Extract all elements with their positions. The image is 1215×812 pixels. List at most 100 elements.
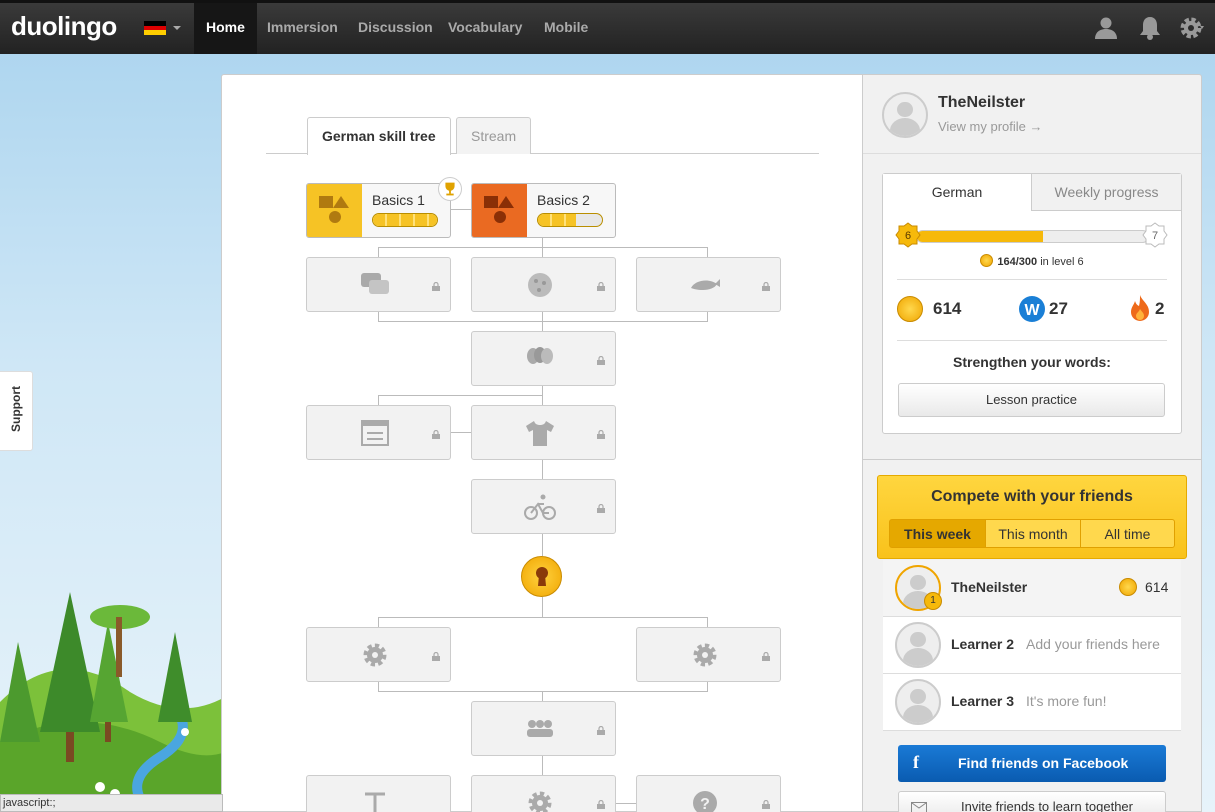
tab-german[interactable]: German (883, 174, 1032, 211)
username[interactable]: TheNeilster (938, 94, 1025, 112)
basics-1-shapes-icon (307, 184, 362, 237)
locked-skill[interactable] (471, 701, 616, 756)
tab-stream[interactable]: Stream (456, 117, 532, 154)
tree-connector (542, 691, 543, 701)
bell-icon[interactable] (1137, 15, 1163, 41)
gear-icon (693, 643, 717, 667)
skill-basics-1[interactable]: Basics 1 (306, 183, 451, 238)
sidebar: TheNeilster View my profile → German Wee… (862, 74, 1202, 812)
next-level: 7 (1152, 230, 1158, 242)
locked-skill[interactable] (471, 775, 616, 812)
find-friends-facebook-button[interactable]: f Find friends on Facebook (898, 745, 1166, 782)
invite-friends-button[interactable]: Invite friends to learn together (898, 791, 1166, 812)
avatar (895, 622, 941, 668)
german-flag-icon[interactable] (144, 21, 166, 35)
current-level-badge: 6 (895, 222, 921, 248)
keyhole-icon (536, 567, 548, 586)
skill-name: Basics 2 (537, 192, 590, 208)
lesson-practice-button[interactable]: Lesson practice (898, 383, 1165, 417)
nav-discussion[interactable]: Discussion (346, 3, 445, 54)
divider (897, 340, 1167, 341)
top-navigation-bar: duolingo Home Immersion Discussion Vocab… (0, 0, 1215, 54)
shirt-icon (526, 421, 554, 446)
tree-connector (707, 617, 708, 627)
nav-vocabulary[interactable]: Vocabulary (436, 3, 534, 54)
tree-connector (378, 247, 708, 248)
locked-skill[interactable] (306, 775, 451, 812)
tab-weekly-progress[interactable]: Weekly progress (1032, 174, 1181, 211)
lock-icon (597, 800, 605, 809)
leaderboard-score: 614 (1145, 579, 1169, 595)
tree-connector (378, 617, 379, 627)
nav-immersion[interactable]: Immersion (255, 3, 350, 54)
nav-home[interactable]: Home (194, 3, 257, 54)
leaderboard-row[interactable]: 1 TheNeilster 614 (883, 560, 1181, 617)
whale-icon (691, 279, 720, 290)
locked-skill[interactable] (306, 257, 451, 312)
facebook-button-label: Find friends on Facebook (958, 755, 1129, 771)
tree-connector (378, 681, 379, 691)
locked-skill[interactable] (471, 331, 616, 386)
avatar[interactable] (882, 92, 928, 138)
locked-skill[interactable] (636, 257, 781, 312)
flame-icon (1131, 295, 1149, 321)
landscape-illustration (0, 592, 225, 812)
divider (897, 279, 1167, 280)
tree-connector (542, 237, 543, 257)
lock-icon (432, 652, 440, 661)
leaderboard-message: Add your friends here (1026, 636, 1160, 652)
skill-tree-tabs: German skill tree Stream (266, 117, 819, 155)
next-level-badge: 7 (1142, 222, 1168, 248)
tree-connector (378, 311, 379, 321)
tree-connector (707, 247, 708, 257)
balloons-icon (527, 347, 553, 364)
divider (863, 153, 1201, 154)
chevron-down-icon[interactable] (173, 26, 181, 30)
basics-2-shapes-icon (472, 184, 527, 237)
tab-german-skill-tree[interactable]: German skill tree (307, 117, 451, 155)
view-profile-link[interactable]: View my profile → (938, 119, 1043, 134)
tab-all-time[interactable]: All time (1080, 519, 1175, 548)
support-tab[interactable]: Support (0, 371, 33, 451)
leaderboard-row[interactable]: Learner 2 Add your friends here (883, 617, 1181, 674)
locked-skill[interactable]: ? (636, 775, 781, 812)
tab-this-week[interactable]: This week (889, 519, 986, 548)
divider (863, 459, 1201, 460)
leaderboard-message: It's more fun! (1026, 693, 1107, 709)
support-label: Support (9, 386, 23, 432)
locked-skill[interactable] (471, 405, 616, 460)
tree-connector (450, 432, 471, 433)
nav-mobile[interactable]: Mobile (532, 3, 600, 54)
gear-icon[interactable] (1178, 15, 1206, 41)
lock-icon (597, 356, 605, 365)
gear-icon (363, 643, 387, 667)
locked-skill[interactable] (306, 405, 451, 460)
compete-panel: Compete with your friends This week This… (877, 475, 1187, 559)
svg-text:W: W (1024, 302, 1040, 319)
locked-skill[interactable] (471, 257, 616, 312)
skill-basics-2[interactable]: Basics 2 (471, 183, 616, 238)
people-icon (527, 720, 553, 737)
leaderboard-name: Learner 2 (951, 636, 1015, 652)
form-icon (361, 420, 389, 446)
locked-skill[interactable] (471, 479, 616, 534)
lock-icon (762, 282, 770, 291)
words-icon: W (1019, 296, 1045, 322)
checkpoint-keyhole[interactable] (521, 556, 562, 597)
leaderboard-row[interactable]: Learner 3 It's more fun! (883, 674, 1181, 731)
lingot-icon (897, 296, 923, 322)
user-icon[interactable] (1093, 15, 1119, 41)
locked-skill[interactable] (306, 627, 451, 682)
duolingo-logo[interactable]: duolingo (11, 11, 117, 42)
current-level: 6 (905, 230, 911, 242)
tree-connector (450, 209, 471, 210)
question-icon: ? (693, 791, 717, 812)
tree-connector (378, 395, 543, 396)
browser-status-bar: javascript:; (0, 794, 223, 812)
progress-card: German Weekly progress 6 7 164/300 in le… (882, 173, 1182, 434)
avatar (895, 679, 941, 725)
locked-skill[interactable] (636, 627, 781, 682)
tab-this-month[interactable]: This month (985, 519, 1081, 548)
level-progress-bar (916, 230, 1149, 243)
lingot-icon (1119, 578, 1137, 596)
